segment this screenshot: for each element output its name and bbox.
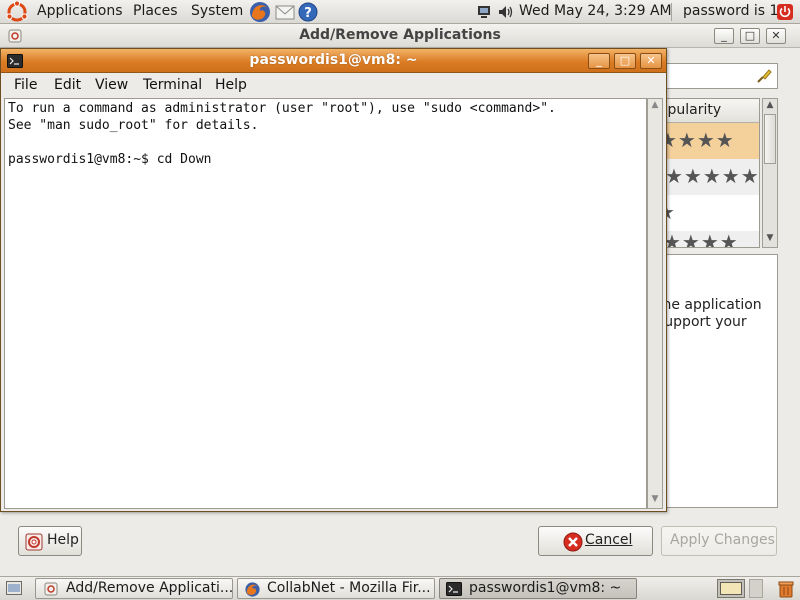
- terminal-titlebar[interactable]: passwordis1@vm8: ~ _ □ ✕: [1, 49, 666, 73]
- terminal-scrollbar[interactable]: ▲ ▼: [647, 98, 663, 509]
- description-text: support your: [657, 314, 747, 330]
- terminal-close-button[interactable]: ✕: [640, 53, 662, 69]
- help-lifebuoy-icon: [25, 533, 43, 551]
- help-button-label: Help: [47, 532, 79, 548]
- edit-menu[interactable]: Edit: [54, 77, 81, 93]
- workspace-switcher[interactable]: [717, 579, 745, 598]
- show-desktop-icon[interactable]: [6, 581, 22, 595]
- add-remove-titlebar[interactable]: Add/Remove Applications _ □ ✕: [0, 24, 800, 48]
- apply-changes-label: Apply Changes: [670, 532, 775, 548]
- terminal-text-area[interactable]: To run a command as administrator (user …: [4, 98, 647, 509]
- view-menu[interactable]: View: [95, 77, 128, 93]
- cancel-icon: [563, 532, 583, 552]
- taskbar-item-firefox[interactable]: CollabNet - Mozilla Fir...: [237, 578, 435, 599]
- clock[interactable]: Wed May 24, 3:29 AM: [519, 3, 672, 19]
- terminal-maximize-button[interactable]: □: [614, 53, 636, 69]
- terminal-title: passwordis1@vm8: ~: [249, 52, 418, 68]
- maximize-button[interactable]: □: [740, 28, 760, 44]
- places-menu[interactable]: Places: [133, 3, 178, 19]
- firefox-launcher-icon[interactable]: [248, 0, 272, 24]
- svg-text:?: ?: [304, 6, 312, 21]
- scroll-up-icon[interactable]: ▲: [649, 100, 661, 112]
- description-pane: the application support your: [656, 254, 778, 508]
- help-menu[interactable]: Help: [215, 77, 247, 93]
- workspace-1[interactable]: [720, 582, 742, 595]
- add-remove-title: Add/Remove Applications: [299, 27, 501, 43]
- network-icon[interactable]: [475, 3, 493, 21]
- mail-launcher-icon[interactable]: [274, 2, 296, 22]
- scroll-down-icon[interactable]: ▼: [764, 233, 776, 245]
- list-item[interactable]: ★★★★: [667, 230, 759, 247]
- workspace-2[interactable]: [749, 579, 763, 598]
- terminal-prompt-line: passwordis1@vm8:~$ cd Down: [8, 152, 212, 167]
- terminal-app-icon: [446, 582, 462, 596]
- close-button[interactable]: ✕: [766, 28, 786, 44]
- cancel-button-label: Cancel: [585, 532, 633, 548]
- popularity-column-header[interactable]: Popularity: [667, 99, 759, 123]
- terminal-window: passwordis1@vm8: ~ _ □ ✕ File Edit View …: [0, 48, 667, 512]
- terminal-menu[interactable]: Terminal: [143, 77, 202, 93]
- terminal-line: See "man sudo_root" for details.: [8, 118, 259, 133]
- file-menu[interactable]: File: [14, 77, 37, 93]
- taskbar-item-terminal[interactable]: passwordis1@vm8: ~: [439, 578, 637, 599]
- clear-search-icon[interactable]: [755, 67, 773, 85]
- cancel-button[interactable]: Cancel: [538, 526, 653, 556]
- popularity-header-label: Popularity: [667, 102, 722, 118]
- ubuntu-logo-icon[interactable]: [6, 1, 28, 23]
- terminal-line: To run a command as administrator (user …: [8, 101, 556, 116]
- help-button[interactable]: Help: [18, 526, 82, 556]
- search-input[interactable]: [666, 63, 778, 89]
- taskbar-item-add-remove[interactable]: Add/Remove Applicati...: [35, 578, 233, 599]
- popularity-stars: ★★★★: [666, 230, 739, 248]
- list-item[interactable]: ★★★★★: [666, 159, 760, 195]
- scroll-up-icon[interactable]: ▲: [764, 100, 776, 112]
- shutdown-icon[interactable]: [776, 3, 794, 21]
- taskbar-item-label: CollabNet - Mozilla Fir...: [267, 580, 431, 596]
- panel-separator: [671, 3, 672, 21]
- list-scrollbar[interactable]: ▲ ▼: [762, 98, 778, 248]
- description-text: the application: [657, 297, 762, 313]
- terminal-menubar: File Edit View Terminal Help: [1, 73, 666, 98]
- volume-icon[interactable]: [497, 3, 515, 21]
- popularity-stars: ★★★★: [666, 128, 735, 152]
- system-menu[interactable]: System: [191, 3, 243, 19]
- popularity-stars: ★★★★★: [666, 164, 760, 188]
- apply-changes-button[interactable]: Apply Changes: [661, 526, 777, 556]
- taskbar-item-label: passwordis1@vm8: ~: [469, 580, 622, 596]
- trash-icon[interactable]: [778, 580, 794, 598]
- minimize-button[interactable]: _: [714, 28, 734, 44]
- taskbar-item-label: Add/Remove Applicati...: [66, 580, 233, 596]
- firefox-icon: [245, 582, 260, 597]
- list-item[interactable]: ★★★★: [666, 123, 759, 159]
- popularity-stars: ★: [667, 195, 676, 229]
- terminal-minimize-button[interactable]: _: [588, 53, 610, 69]
- user-switcher[interactable]: password is 1: [683, 3, 778, 19]
- bottom-panel: Add/Remove Applicati... CollabNet - Mozi…: [0, 576, 800, 600]
- help-launcher-icon[interactable]: ?: [298, 2, 318, 22]
- top-panel: Applications Places System ? Wed May 24,…: [0, 0, 800, 24]
- applications-menu[interactable]: Applications: [37, 3, 123, 19]
- add-remove-app-icon: [44, 582, 58, 596]
- scroll-thumb[interactable]: [764, 114, 776, 164]
- scroll-down-icon[interactable]: ▼: [649, 494, 661, 506]
- application-list[interactable]: Popularity ★★★★ ★★★★★ ★ ★★★★: [666, 98, 760, 248]
